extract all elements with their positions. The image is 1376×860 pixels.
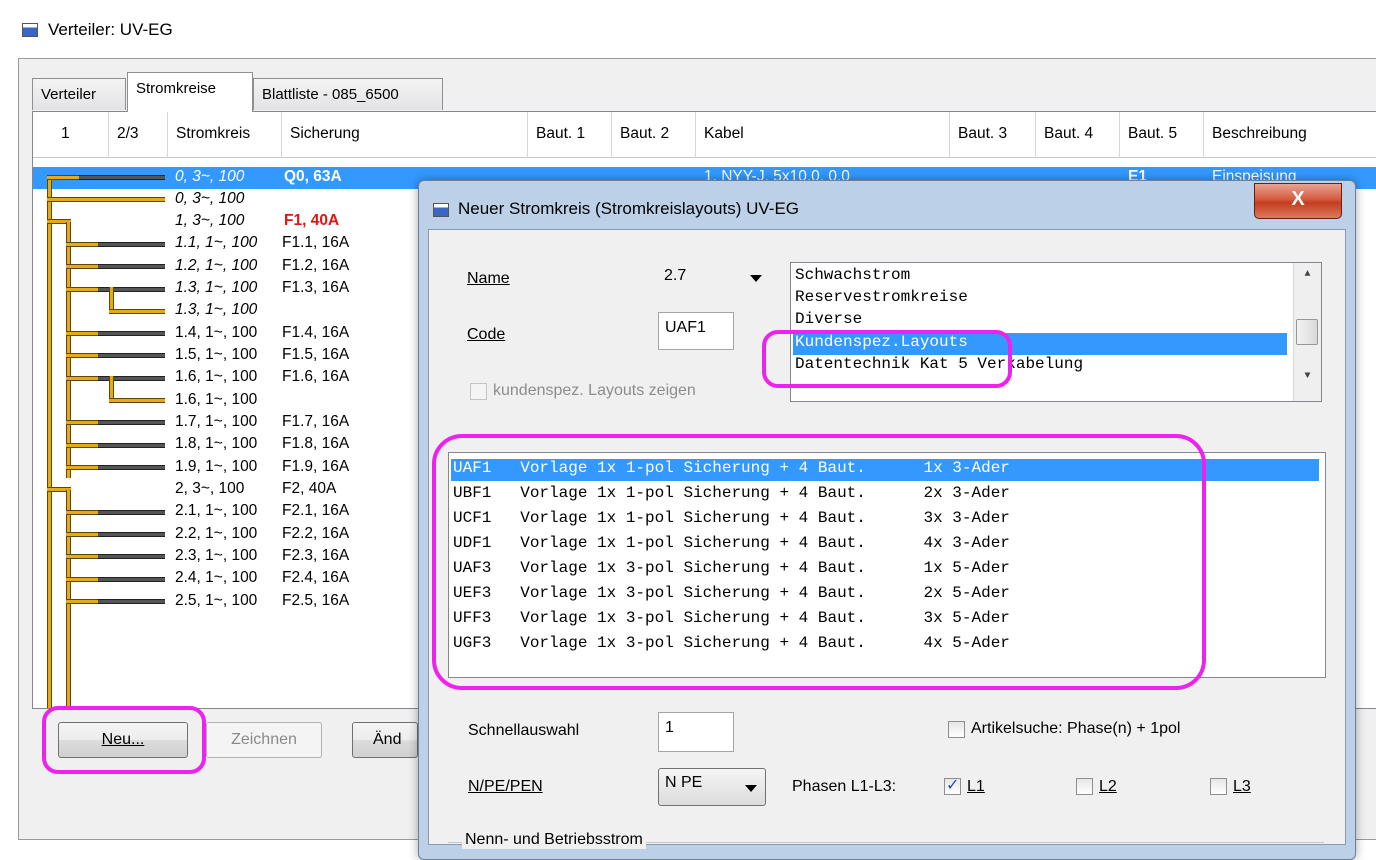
close-icon: X	[1291, 188, 1305, 210]
cell-stromkreis: 1.3, 1~, 100	[175, 301, 258, 318]
main-window-titlebar: Verteiler: UV-EG	[0, 0, 1376, 60]
new-button-highlight	[42, 706, 206, 774]
tab-verteiler[interactable]: Verteiler	[32, 78, 126, 110]
grid-header: 1 2/3 Stromkreis Sicherung Baut. 1 Baut.…	[33, 112, 1376, 158]
col-header-1[interactable]: 1	[33, 112, 109, 158]
cell-sicherung: F2, 40A	[282, 480, 337, 497]
cell-sicherung: F2.1, 16A	[282, 502, 350, 519]
cell-sicherung: F2.2, 16A	[282, 525, 350, 542]
show-custom-layouts-label: kundenspez. Layouts zeigen	[493, 382, 696, 399]
cell-sicherung: F1.3, 16A	[282, 279, 350, 296]
cell-sicherung: F2.3, 16A	[282, 547, 350, 564]
phase-l1-label: L1	[967, 778, 985, 795]
layout-list-highlight	[432, 434, 1206, 690]
scroll-thumb[interactable]	[1296, 319, 1318, 345]
cell-stromkreis: 2.5, 1~, 100	[175, 592, 258, 609]
scroll-up-icon[interactable]: ▲	[1294, 269, 1321, 293]
dialog-icon	[433, 203, 449, 217]
col-header-kabel[interactable]: Kabel	[696, 112, 950, 158]
cell-stromkreis: 1.8, 1~, 100	[175, 435, 258, 452]
show-custom-layouts-checkbox[interactable]	[470, 383, 487, 400]
change-button[interactable]: Änd	[352, 722, 418, 758]
cell-sicherung: F1.6, 16A	[282, 368, 350, 385]
name-combo[interactable]: 2.7	[658, 262, 770, 296]
col-header-beschreibung[interactable]: Beschreibung	[1204, 112, 1376, 158]
cell-stromkreis: 1.2, 1~, 100	[175, 257, 258, 274]
cell-sicherung: F1.9, 16A	[282, 458, 350, 475]
cell-sicherung: F1.4, 16A	[282, 324, 350, 341]
cell-stromkreis: 2.1, 1~, 100	[175, 502, 258, 519]
cell-sicherung: F1.1, 16A	[282, 234, 350, 251]
list-item[interactable]: Schwachstrom	[793, 266, 910, 288]
cell-stromkreis: 1.7, 1~, 100	[175, 413, 258, 430]
list-item[interactable]: Diverse	[793, 310, 862, 332]
npe-label: N/PE/PEN	[468, 778, 543, 795]
phase-l2-checkbox[interactable]	[1076, 778, 1093, 795]
checkmark-icon: ✓	[946, 777, 960, 794]
cell-stromkreis: 1.9, 1~, 100	[175, 458, 258, 475]
category-scrollbar[interactable]: ▲ ▼	[1293, 263, 1321, 401]
phase-l1-checkbox[interactable]: ✓	[944, 777, 961, 795]
cell-stromkreis: 1.6, 1~, 100	[175, 368, 258, 385]
col-header-2-3[interactable]: 2/3	[109, 112, 168, 158]
article-search-label: Artikelsuche: Phase(n) + 1pol	[971, 720, 1181, 737]
col-header-sicherung[interactable]: Sicherung	[282, 112, 528, 158]
dialog-title: Neuer Stromkreis (Stromkreislayouts) UV-…	[458, 199, 800, 218]
draw-button[interactable]: Zeichnen	[206, 722, 322, 758]
col-header-baut-4[interactable]: Baut. 4	[1036, 112, 1120, 158]
cell-stromkreis: 2, 3~, 100	[175, 480, 245, 497]
col-header-stromkreis[interactable]: Stromkreis	[168, 112, 282, 158]
cell-stromkreis: 1, 3~, 100	[175, 212, 245, 229]
npe-combo-value: N PE	[665, 774, 703, 791]
code-field[interactable]: UAF1	[658, 312, 734, 350]
cell-stromkreis: 1.5, 1~, 100	[175, 346, 258, 363]
window-icon	[22, 23, 38, 37]
cell-sicherung: F1.5, 16A	[282, 346, 350, 363]
cell-sicherung: F2.5, 16A	[282, 592, 350, 609]
chevron-down-icon	[745, 785, 757, 792]
phases-label: Phasen L1-L3:	[792, 778, 897, 795]
cell-sicherung: F1.2, 16A	[282, 257, 350, 274]
col-header-baut-1[interactable]: Baut. 1	[528, 112, 612, 158]
cell-stromkreis: 2.4, 1~, 100	[175, 569, 258, 586]
category-highlight	[762, 330, 1012, 388]
cell-sicherung: F1, 40A	[284, 212, 340, 229]
phase-l3-label: L3	[1233, 778, 1251, 795]
col-header-baut-2[interactable]: Baut. 2	[612, 112, 696, 158]
cell-stromkreis: 0, 3~, 100	[175, 190, 245, 207]
phase-l3-checkbox[interactable]	[1210, 778, 1227, 795]
col-header-baut-5[interactable]: Baut. 5	[1120, 112, 1204, 158]
cell-stromkreis: 1.6, 1~, 100	[175, 391, 258, 408]
tab-stromkreise[interactable]: Stromkreise	[127, 72, 253, 112]
group-label-current: Nenn- und Betriebsstrom	[462, 831, 646, 849]
cell-stromkreis: 2.3, 1~, 100	[175, 547, 258, 564]
col-header-baut-3[interactable]: Baut. 3	[950, 112, 1036, 158]
list-item[interactable]: Reservestromkreise	[793, 288, 968, 310]
cell-sicherung: F1.8, 16A	[282, 435, 350, 452]
cell-sicherung: Q0, 63A	[284, 168, 342, 185]
cell-sicherung: F1.7, 16A	[282, 413, 350, 430]
cell-sicherung: F2.4, 16A	[282, 569, 350, 586]
scroll-down-icon[interactable]: ▼	[1294, 371, 1321, 395]
tab-blattliste[interactable]: Blattliste - 085_6500	[253, 78, 443, 110]
main-window-title: Verteiler: UV-EG	[48, 20, 173, 39]
phase-l2-label: L2	[1099, 778, 1117, 795]
code-label: Code	[467, 326, 506, 343]
npe-combo[interactable]: N PE	[658, 768, 766, 806]
cell-stromkreis: 0, 3~, 100	[175, 168, 245, 185]
dialog-close-button[interactable]: X	[1254, 183, 1342, 219]
article-search-checkbox[interactable]	[948, 721, 965, 738]
quick-select-label: Schnellauswahl	[468, 722, 580, 739]
quick-select-field[interactable]: 1	[658, 712, 734, 752]
name-label: Name	[467, 270, 510, 287]
cell-stromkreis: 1.3, 1~, 100	[175, 279, 258, 296]
name-combo-value: 2.7	[664, 267, 687, 284]
cell-stromkreis: 1.1, 1~, 100	[175, 234, 258, 251]
cell-stromkreis: 2.2, 1~, 100	[175, 525, 258, 542]
cell-stromkreis: 1.4, 1~, 100	[175, 324, 258, 341]
chevron-down-icon	[750, 275, 762, 282]
